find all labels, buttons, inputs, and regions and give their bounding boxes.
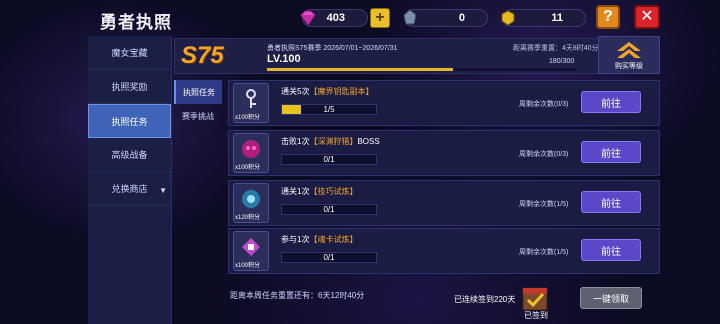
page-title: 勇者执照 bbox=[100, 13, 172, 32]
weekly-remaining: 周剩余次数(0/3) bbox=[519, 151, 569, 158]
key-icon: x100积分 bbox=[233, 83, 269, 123]
season-reset-timer: 距离赛季重置：4天8时40分 bbox=[513, 45, 599, 52]
task-points: x100积分 bbox=[235, 165, 261, 171]
coin-counter: 11 bbox=[501, 9, 586, 27]
task-row: x100积分 通关5次【魔界钥匙副本】 1/5 周剩余次数(0/3) 前往 bbox=[228, 80, 660, 126]
task-progress-bar: 0/1 bbox=[281, 154, 377, 165]
coin-icon bbox=[497, 7, 519, 29]
caret-down-icon: ▼ bbox=[159, 186, 167, 195]
menu-item-exchange-shop[interactable]: 兑换商店 ▼ bbox=[88, 172, 171, 206]
left-menu: 魔女宝藏 执照奖励 执照任务 高级战备 兑换商店 ▼ bbox=[88, 36, 172, 324]
boss-icon: x100积分 bbox=[233, 133, 269, 173]
task-name: 通关1次【技巧试炼】 bbox=[281, 187, 358, 196]
task-progress-bar: 0/1 bbox=[281, 252, 377, 263]
go-button[interactable]: 前往 bbox=[581, 91, 641, 113]
task-points: x120积分 bbox=[235, 215, 261, 221]
tab-license-tasks[interactable]: 执照任务 bbox=[174, 80, 222, 104]
task-row: x100积分 击败1次【深渊狩猎】BOSS 0/1 周剩余次数(0/3) 前往 bbox=[228, 130, 660, 176]
calendar-check-icon bbox=[522, 287, 548, 311]
task-progress-bar: 0/1 bbox=[281, 204, 377, 215]
task-name: 通关5次【魔界钥匙副本】 bbox=[281, 87, 374, 96]
season-badge: S75 bbox=[181, 42, 224, 69]
close-icon: ✕ bbox=[640, 8, 654, 25]
license-level: LV.100 bbox=[267, 53, 301, 65]
menu-item-witch-treasure[interactable]: 魔女宝藏 bbox=[88, 36, 171, 70]
close-button[interactable]: ✕ bbox=[634, 5, 660, 29]
task-points: x100积分 bbox=[235, 263, 261, 269]
crystal-icon bbox=[399, 7, 421, 29]
task-name: 击败1次【深渊狩猎】BOSS bbox=[281, 137, 380, 146]
weekly-reset-timer: 距离本周任务重置还有：6天12时40分 bbox=[230, 291, 365, 300]
soul-card-icon: x100积分 bbox=[233, 231, 269, 271]
task-row: x120积分 通关1次【技巧试炼】 0/1 周剩余次数(1/5) 前往 bbox=[228, 180, 660, 226]
menu-item-advanced-gear[interactable]: 高级战备 bbox=[88, 138, 171, 172]
claim-all-button[interactable]: 一键领取 bbox=[580, 287, 642, 309]
gem-icon bbox=[297, 7, 319, 29]
go-button[interactable]: 前往 bbox=[581, 141, 641, 163]
sign-in-streak: 已连续签到220天 bbox=[454, 295, 516, 304]
task-progress-bar: 1/5 bbox=[281, 104, 377, 115]
season-header: S75 勇者执照S75赛季 2026/07/01~2026/07/31 LV.1… bbox=[174, 38, 660, 74]
xp-text: 180/300 bbox=[549, 58, 575, 65]
skill-trial-icon: x120积分 bbox=[233, 183, 269, 223]
menu-item-license-rewards[interactable]: 执照奖励 bbox=[88, 70, 171, 104]
level-up-icon bbox=[617, 42, 641, 58]
help-button[interactable]: ? bbox=[596, 5, 620, 29]
task-row: x100积分 参与1次【魂卡试炼】 0/1 周剩余次数(1/5) 前往 bbox=[228, 228, 660, 274]
buy-level-button[interactable]: 购买等级 bbox=[598, 36, 660, 74]
go-button[interactable]: 前往 bbox=[581, 239, 641, 261]
task-name: 参与1次【魂卡试炼】 bbox=[281, 235, 358, 244]
sub-tabs: 执照任务 赛季挑战 bbox=[174, 80, 222, 128]
gem-count: 403 bbox=[326, 12, 345, 24]
task-points: x100积分 bbox=[235, 115, 261, 121]
coin-count: 11 bbox=[551, 12, 563, 24]
crystal-count: 0 bbox=[458, 12, 465, 24]
question-icon: ? bbox=[603, 8, 613, 25]
crystal-counter: 0 bbox=[403, 9, 488, 27]
add-gems-button[interactable]: + bbox=[370, 8, 390, 28]
tab-season-challenge[interactable]: 赛季挑战 bbox=[174, 104, 222, 128]
menu-item-license-tasks[interactable]: 执照任务 bbox=[88, 104, 171, 138]
weekly-remaining: 周剩余次数(0/3) bbox=[519, 101, 569, 108]
xp-bar-fill bbox=[267, 68, 453, 71]
gem-counter: 403 bbox=[300, 9, 368, 27]
weekly-remaining: 周剩余次数(1/5) bbox=[519, 201, 569, 208]
season-info: 勇者执照S75赛季 2026/07/01~2026/07/31 bbox=[267, 45, 398, 52]
go-button[interactable]: 前往 bbox=[581, 191, 641, 213]
signed-in-badge[interactable]: 已签到 bbox=[520, 282, 552, 322]
weekly-remaining: 周剩余次数(1/5) bbox=[519, 249, 569, 256]
xp-bar bbox=[267, 68, 577, 71]
